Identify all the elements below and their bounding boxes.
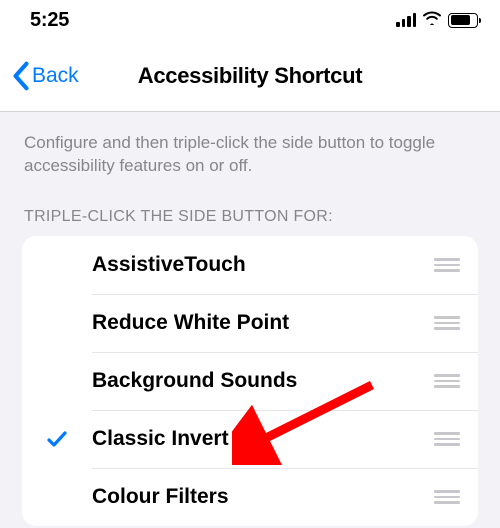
status-indicators [396, 10, 478, 30]
item-label: Reduce White Point [92, 311, 430, 335]
drag-handle-icon[interactable] [430, 312, 464, 334]
item-label: AssistiveTouch [92, 253, 430, 277]
section-header: TRIPLE-CLICK THE SIDE BUTTON FOR: [22, 178, 478, 236]
checkmark-slot [22, 427, 92, 451]
chevron-left-icon [12, 61, 30, 91]
item-label: Colour Filters [92, 485, 430, 509]
battery-icon [448, 13, 478, 28]
status-bar: 5:25 [0, 0, 500, 40]
list-item[interactable]: Colour Filters [22, 468, 478, 526]
back-label: Back [32, 64, 79, 88]
list-item[interactable]: Reduce White Point [22, 294, 478, 352]
wifi-icon [422, 10, 442, 30]
drag-handle-icon[interactable] [430, 254, 464, 276]
list-item[interactable]: Classic Invert [22, 410, 478, 468]
shortcut-list: AssistiveTouch Reduce White Point Backgr… [22, 236, 478, 526]
drag-handle-icon[interactable] [430, 486, 464, 508]
description-text: Configure and then triple-click the side… [22, 112, 478, 178]
nav-bar: Back Accessibility Shortcut [0, 40, 500, 112]
drag-handle-icon[interactable] [430, 428, 464, 450]
cellular-signal-icon [396, 13, 416, 27]
back-button[interactable]: Back [0, 61, 79, 91]
content-area: Configure and then triple-click the side… [0, 112, 500, 526]
drag-handle-icon[interactable] [430, 370, 464, 392]
list-item[interactable]: Background Sounds [22, 352, 478, 410]
status-time: 5:25 [30, 9, 69, 32]
item-label: Background Sounds [92, 369, 430, 393]
item-label: Classic Invert [92, 427, 430, 451]
checkmark-icon [45, 427, 69, 451]
list-item[interactable]: AssistiveTouch [22, 236, 478, 294]
